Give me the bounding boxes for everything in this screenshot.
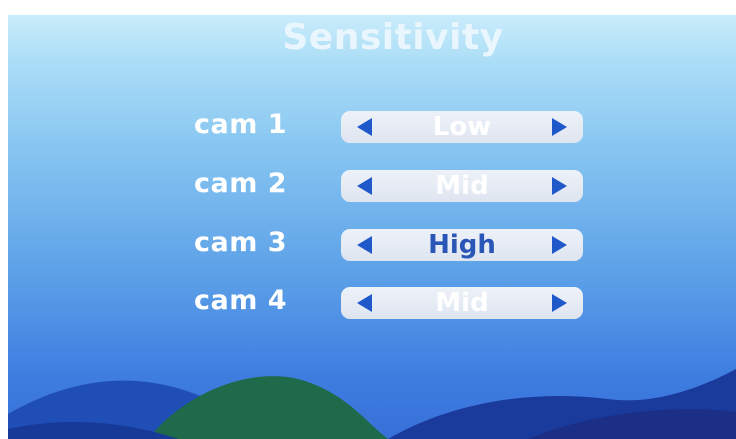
sensitivity-screen: Sensitivity cam 1 Low cam 2 Mid cam 3 Hi…	[8, 15, 736, 439]
sensitivity-selector[interactable]: Low	[341, 111, 583, 143]
page-title: Sensitivity	[282, 17, 504, 58]
arrow-right-icon[interactable]	[552, 294, 567, 312]
arrow-left-icon[interactable]	[357, 236, 372, 254]
arrow-left-icon[interactable]	[357, 118, 372, 136]
arrow-right-icon[interactable]	[552, 118, 567, 136]
camera-label: cam 3	[194, 227, 288, 258]
decorative-waves	[8, 369, 736, 439]
sensitivity-value: Mid	[435, 288, 489, 318]
arrow-left-icon[interactable]	[357, 294, 372, 312]
sensitivity-value: Low	[432, 112, 492, 142]
camera-row-1[interactable]: cam 1 Low	[8, 107, 736, 147]
wave-green	[148, 376, 388, 439]
camera-label: cam 2	[194, 168, 288, 199]
camera-row-2[interactable]: cam 2 Mid	[8, 166, 736, 206]
camera-label: cam 4	[194, 285, 288, 316]
arrow-right-icon[interactable]	[552, 177, 567, 195]
camera-row-3[interactable]: cam 3 High	[8, 225, 736, 265]
camera-label: cam 1	[194, 109, 288, 140]
sensitivity-selector[interactable]: Mid	[341, 287, 583, 319]
arrow-left-icon[interactable]	[357, 177, 372, 195]
sensitivity-value: Mid	[435, 171, 489, 201]
sensitivity-selector[interactable]: High	[341, 229, 583, 261]
sensitivity-value-selected: High	[428, 230, 496, 260]
camera-row-4[interactable]: cam 4 Mid	[8, 283, 736, 323]
sensitivity-selector[interactable]: Mid	[341, 170, 583, 202]
arrow-right-icon[interactable]	[552, 236, 567, 254]
